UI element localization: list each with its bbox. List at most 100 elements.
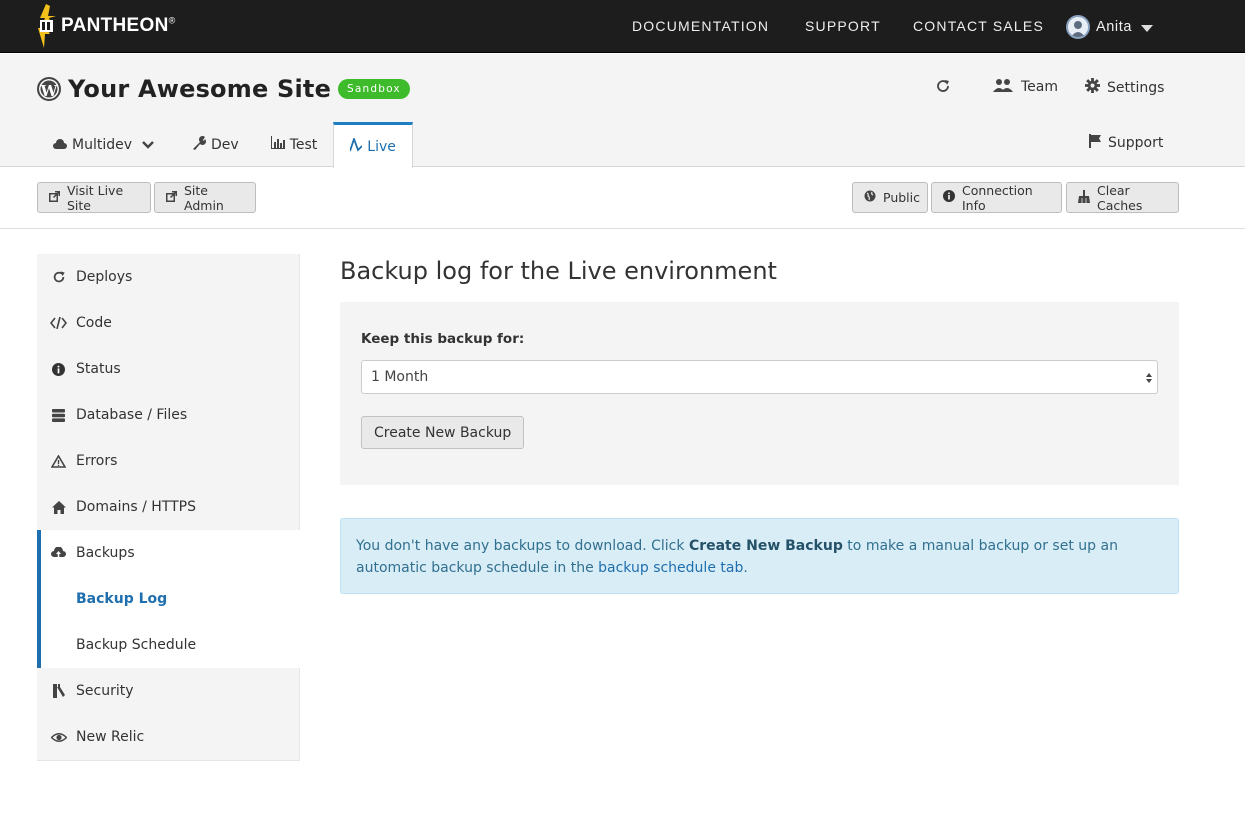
- sidebar-item-errors[interactable]: Errors: [37, 438, 300, 484]
- site-title: Your Awesome Site: [68, 75, 332, 103]
- pulse-icon: [349, 135, 363, 156]
- broom-icon: [1078, 189, 1090, 206]
- alert-bold-text: Create New Backup: [688, 538, 843, 554]
- tab-label: Live: [367, 138, 396, 155]
- sidebar-item-label: Deploys: [76, 269, 133, 285]
- tab-multidev[interactable]: Multidev: [37, 122, 170, 167]
- sidebar-item-database-files[interactable]: Database / Files: [37, 392, 300, 438]
- refresh-button[interactable]: [935, 78, 951, 98]
- nav-contact-sales-link[interactable]: CONTACT SALES: [913, 0, 1044, 53]
- support-button[interactable]: Support: [1089, 134, 1163, 152]
- backup-schedule-tab-link[interactable]: backup schedule tab: [598, 560, 743, 576]
- sidebar-item-backups[interactable]: Backups: [41, 530, 304, 576]
- site-header: W Your Awesome Site Sandbox Team Setting…: [0, 54, 1245, 168]
- wordpress-icon: W: [37, 77, 61, 101]
- sidebar: Deploys Code Status Database / Files Err…: [37, 254, 300, 761]
- visit-live-site-button[interactable]: Visit Live Site: [37, 182, 151, 213]
- team-label: Team: [1021, 79, 1059, 95]
- sidebar-item-new-relic[interactable]: New Relic: [37, 714, 300, 760]
- backups-section: Backups Backup Log Backup Schedule: [37, 530, 300, 668]
- sidebar-item-deploys[interactable]: Deploys: [37, 254, 300, 300]
- support-label: Support: [1108, 135, 1164, 151]
- sidebar-item-label: Errors: [76, 453, 118, 469]
- create-backup-panel: Keep this backup for: 1 Month Create New…: [340, 302, 1179, 485]
- sidebar-item-label: Security: [76, 683, 134, 699]
- eye-icon: [50, 732, 67, 743]
- external-link-icon: [166, 190, 177, 205]
- visit-live-site-label: Visit Live Site: [67, 182, 124, 213]
- brand-name: PANTHEON®: [61, 15, 176, 36]
- sidebar-item-label: Code: [76, 315, 112, 331]
- settings-label: Settings: [1107, 79, 1165, 96]
- connection-info-label: Connection Info: [962, 182, 1033, 213]
- chart-icon: [270, 136, 285, 153]
- sidebar-item-label: Backups: [76, 545, 135, 561]
- info-icon: [50, 362, 67, 376]
- public-label: Public: [883, 190, 920, 205]
- nav-documentation-link[interactable]: DOCUMENTATION: [632, 0, 769, 53]
- keep-backup-value: 1 Month: [371, 369, 429, 385]
- nav-support-link[interactable]: SUPPORT: [805, 0, 881, 53]
- sidebar-item-label: Domains / HTTPS: [76, 499, 196, 515]
- sidebar-item-label: Status: [76, 361, 121, 377]
- sidebar-item-domains-https[interactable]: Domains / HTTPS: [37, 484, 300, 530]
- team-icon: [992, 78, 1014, 96]
- create-new-backup-button[interactable]: Create New Backup: [361, 416, 525, 449]
- team-button[interactable]: Team: [992, 78, 1058, 96]
- top-navbar: PANTHEON® DOCUMENTATION SUPPORT CONTACT …: [0, 0, 1245, 53]
- user-menu[interactable]: Anita: [1066, 14, 1154, 40]
- info-icon: [943, 190, 955, 205]
- connection-info-button[interactable]: Connection Info: [931, 182, 1062, 213]
- site-admin-button[interactable]: Site Admin: [154, 182, 256, 213]
- pantheon-bolt-icon: [36, 4, 58, 48]
- refresh-icon: [50, 270, 67, 284]
- select-arrows-icon: [1145, 370, 1153, 386]
- tab-dev[interactable]: Dev: [170, 122, 255, 167]
- sidebar-item-security[interactable]: Security: [37, 668, 300, 714]
- public-button[interactable]: Public: [852, 182, 928, 213]
- tab-test[interactable]: Test: [255, 122, 334, 167]
- caret-down-icon: [1141, 24, 1154, 32]
- key-icon: [50, 684, 67, 698]
- alert-text: You don't have any backups to download. …: [356, 538, 689, 554]
- sidebar-item-label: Database / Files: [76, 407, 188, 423]
- gear-icon: [1085, 78, 1100, 97]
- tab-label: Multidev: [72, 136, 133, 153]
- keep-backup-select[interactable]: 1 Month: [361, 360, 1158, 394]
- cloud-icon: [53, 137, 67, 153]
- pantheon-logo[interactable]: PANTHEON®: [36, 4, 176, 48]
- chevron-down-icon: [142, 137, 154, 153]
- alert-text: .: [743, 560, 748, 576]
- code-icon: [50, 317, 67, 329]
- sidebar-item-code[interactable]: Code: [37, 300, 300, 346]
- refresh-icon: [935, 78, 951, 98]
- tab-live[interactable]: Live: [333, 122, 413, 168]
- clear-caches-label: Clear Caches: [1097, 182, 1143, 213]
- user-name: Anita: [1096, 19, 1133, 35]
- sidebar-item-label: Backup Log: [76, 591, 168, 607]
- sidebar-item-label: Backup Schedule: [76, 637, 197, 653]
- home-icon: [50, 500, 67, 514]
- sidebar-item-label: New Relic: [76, 729, 145, 745]
- page-title: Backup log for the Live environment: [340, 257, 777, 285]
- sandbox-badge: Sandbox: [338, 79, 410, 99]
- tab-label: Test: [289, 136, 318, 153]
- avatar: [1066, 15, 1090, 39]
- environment-toolbar: Visit Live Site Site Admin Public Connec…: [0, 167, 1245, 229]
- no-backups-alert: You don't have any backups to download. …: [340, 518, 1179, 594]
- settings-button[interactable]: Settings: [1085, 78, 1164, 97]
- sidebar-item-status[interactable]: Status: [37, 346, 300, 392]
- keep-backup-label: Keep this backup for:: [361, 331, 525, 347]
- wrench-icon: [192, 135, 207, 154]
- cloud-upload-icon: [50, 547, 67, 559]
- tab-label: Dev: [211, 136, 239, 153]
- site-admin-label: Site Admin: [184, 182, 224, 213]
- sidebar-item-backup-log[interactable]: Backup Log: [41, 576, 304, 622]
- external-link-icon: [49, 190, 60, 205]
- site-title-row: W Your Awesome Site Sandbox: [37, 74, 410, 104]
- sidebar-item-backup-schedule[interactable]: Backup Schedule: [41, 622, 304, 668]
- globe-icon: [864, 190, 876, 205]
- environment-tabs: Multidev Dev Test Live: [37, 122, 413, 168]
- flag-icon: [1089, 134, 1102, 152]
- clear-caches-button[interactable]: Clear Caches: [1066, 182, 1179, 213]
